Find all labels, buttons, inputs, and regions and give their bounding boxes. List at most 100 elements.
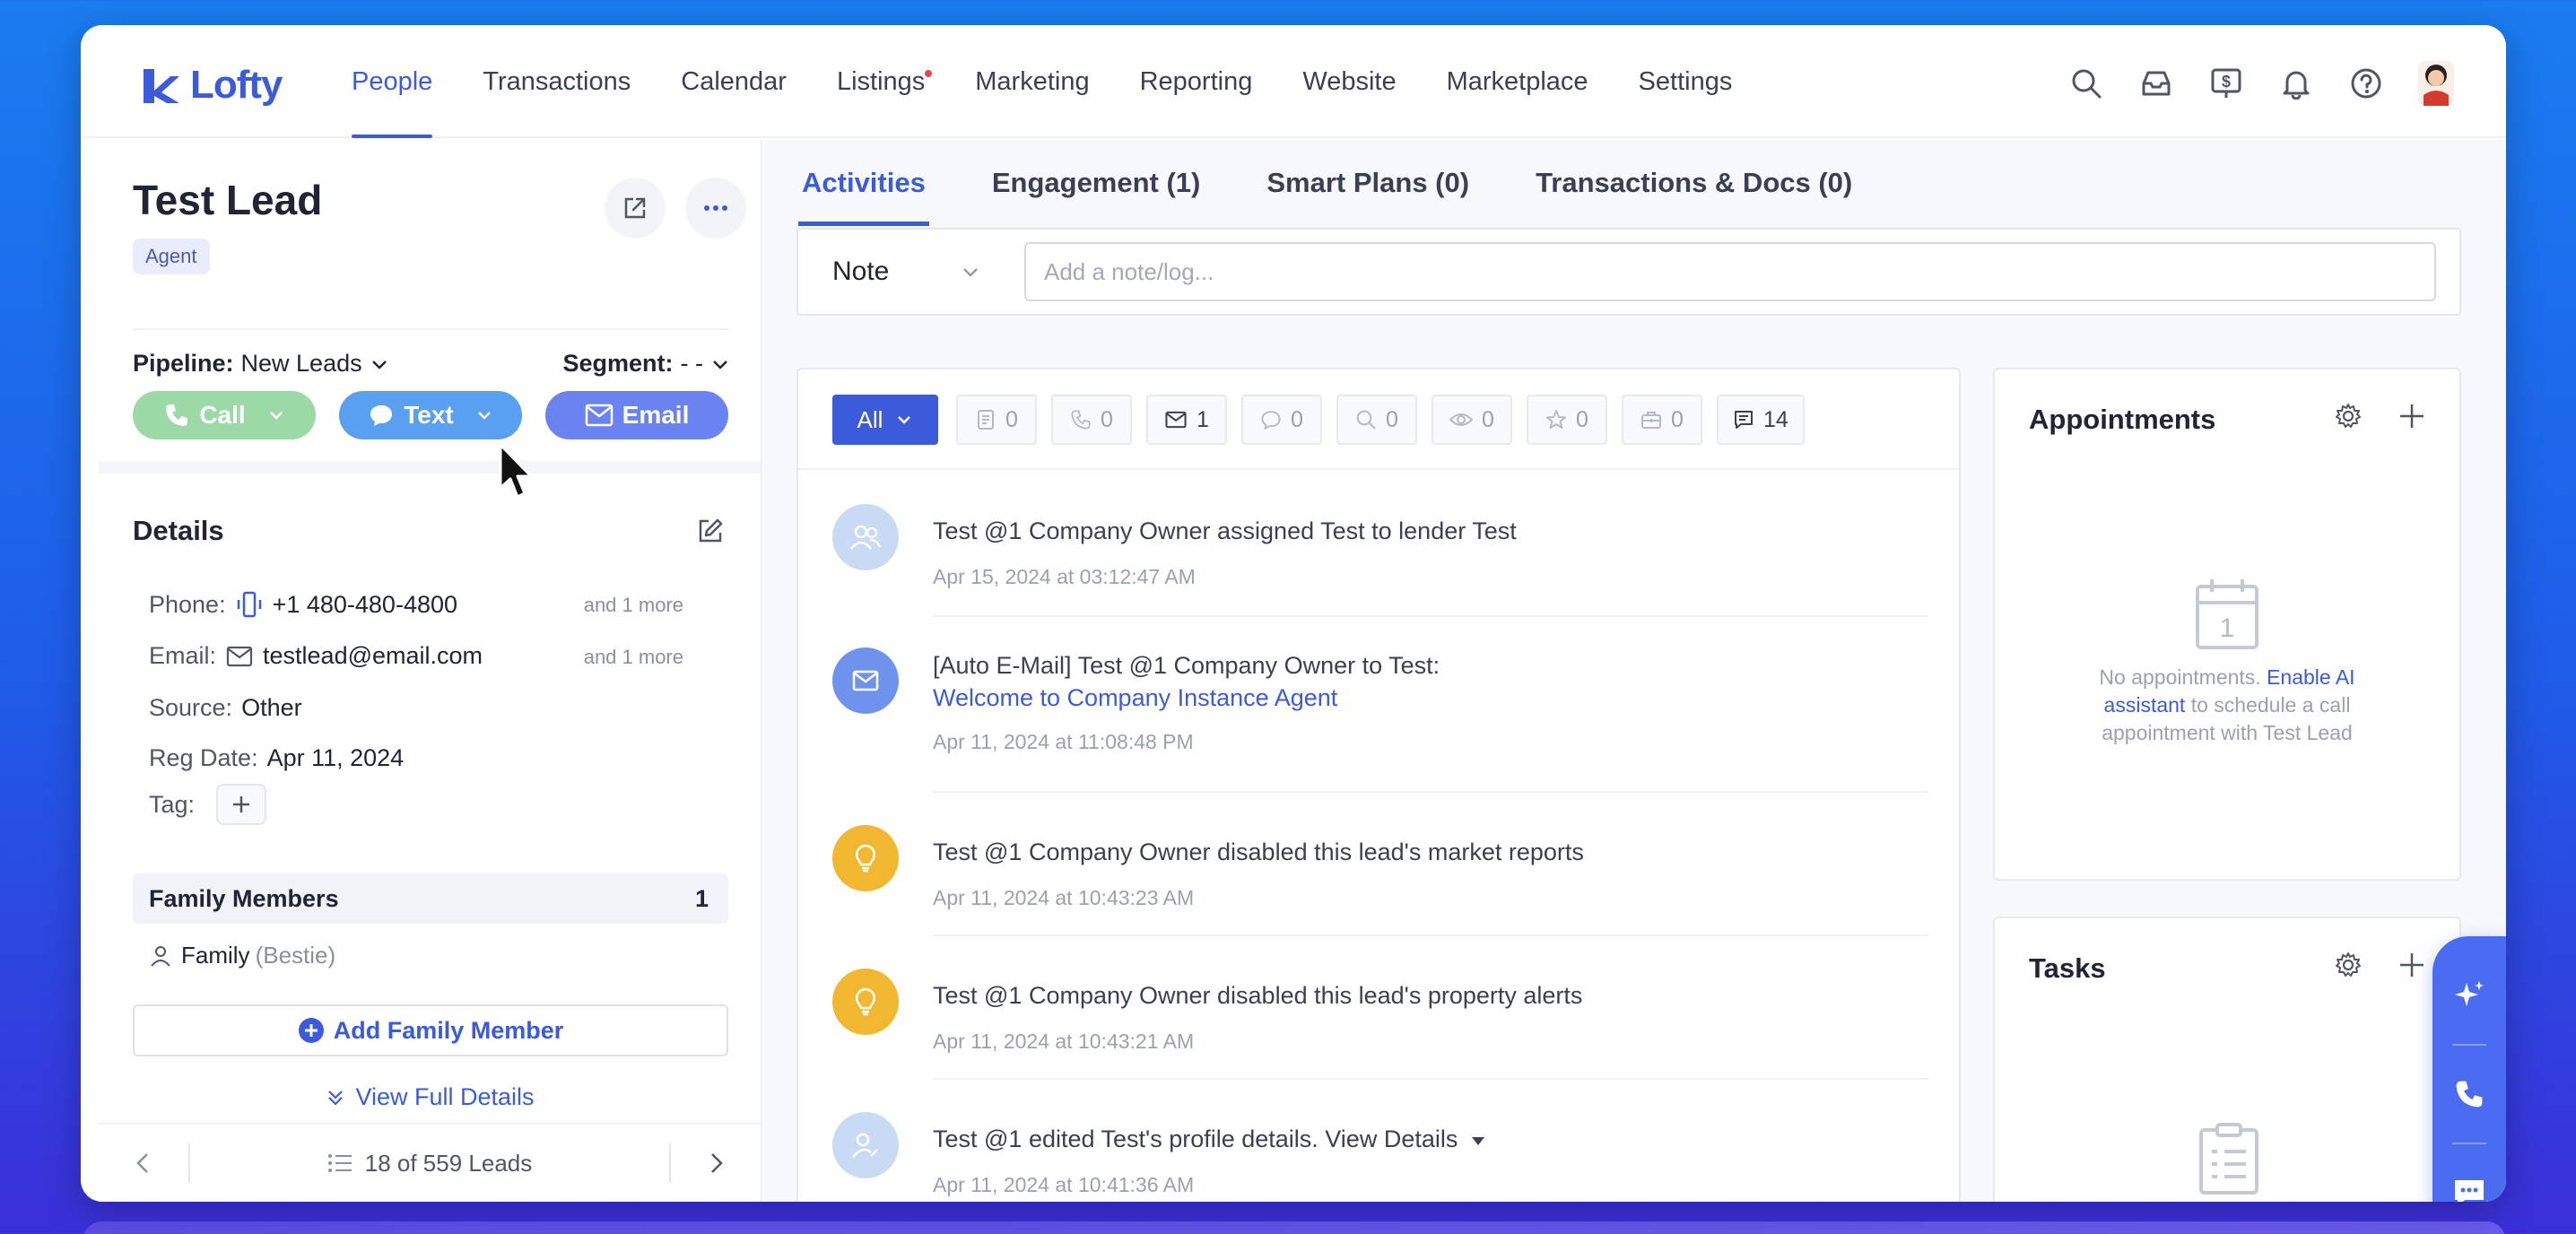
add-tag-button[interactable] xyxy=(216,784,267,825)
pipeline-selector[interactable]: Pipeline: New Leads xyxy=(133,350,389,378)
filter-texts[interactable]: 0 xyxy=(1241,395,1322,445)
chevron-left-icon xyxy=(136,1153,148,1173)
search-icon[interactable] xyxy=(2068,65,2104,101)
note-input[interactable] xyxy=(1024,242,2436,301)
billing-icon[interactable]: $ xyxy=(2208,65,2244,101)
logo[interactable]: Lofty xyxy=(140,63,283,108)
note-type-select[interactable]: Note xyxy=(832,256,980,287)
person-edit-icon xyxy=(852,1133,878,1158)
family-members-header: Family Members 1 xyxy=(133,873,728,924)
idea-avatar xyxy=(832,969,899,1035)
nav-reporting[interactable]: Reporting xyxy=(1140,25,1253,138)
dialer-button[interactable] xyxy=(2432,1046,2506,1143)
gear-icon[interactable] xyxy=(2334,402,2363,430)
plus-icon[interactable] xyxy=(2398,952,2425,978)
call-button[interactable]: Call xyxy=(133,391,316,439)
tasks-actions xyxy=(2334,951,2425,979)
section-separator xyxy=(99,461,761,474)
gear-icon[interactable] xyxy=(2334,951,2363,979)
tab-smart-plans[interactable]: Smart Plans (0) xyxy=(1263,140,1473,226)
filter-count: 0 xyxy=(1101,406,1113,432)
pipeline-label: Pipeline: xyxy=(133,350,234,377)
lead-position[interactable]: 18 of 559 Leads xyxy=(188,1143,671,1183)
more-button[interactable] xyxy=(685,178,746,239)
nav-label: Reporting xyxy=(1139,66,1253,96)
plus-icon[interactable] xyxy=(2398,403,2425,430)
tab-engagement[interactable]: Engagement (1) xyxy=(988,140,1205,226)
tab-activities[interactable]: Activities xyxy=(798,140,929,226)
share-button[interactable] xyxy=(605,178,666,239)
filter-calls[interactable]: 0 xyxy=(1051,395,1132,445)
nav-transactions[interactable]: Transactions xyxy=(483,25,631,138)
ai-assistant-button[interactable] xyxy=(2432,947,2506,1044)
filter-notes[interactable]: 0 xyxy=(956,395,1037,445)
phone-value[interactable]: +1 480-480-4800 xyxy=(273,591,457,619)
calendar-icon: 1 xyxy=(2196,579,2258,649)
next-lead-button[interactable] xyxy=(671,1124,761,1202)
phone-icon xyxy=(2456,1081,2483,1108)
lead-pager: 18 of 559 Leads xyxy=(99,1123,761,1202)
chat-button[interactable] xyxy=(2432,1144,2506,1202)
activity-text[interactable]: Test @1 edited Test's profile details. V… xyxy=(933,1125,1458,1152)
pipeline-value: New Leads xyxy=(240,350,362,377)
text-button[interactable]: Text xyxy=(339,391,522,439)
nav-settings[interactable]: Settings xyxy=(1639,25,1733,138)
bell-icon[interactable] xyxy=(2278,65,2314,101)
tasks-title: Tasks xyxy=(2029,952,2106,984)
filter-transactions[interactable]: 0 xyxy=(1622,395,1702,445)
filter-all-button[interactable]: All xyxy=(832,395,938,445)
appointments-actions xyxy=(2334,402,2425,430)
nav-marketplace[interactable]: Marketplace xyxy=(1447,25,1588,138)
activity-email-link[interactable]: Welcome to Company Instance Agent xyxy=(933,682,1440,714)
filter-favorites[interactable]: 0 xyxy=(1527,395,1607,445)
view-full-details-link[interactable]: View Full Details xyxy=(99,1083,761,1111)
family-title: Family Members xyxy=(149,884,339,912)
note-composer: Note xyxy=(796,228,2461,316)
phone-more-link[interactable]: and 1 more xyxy=(584,594,683,617)
avatar[interactable] xyxy=(2418,61,2454,106)
nav-website[interactable]: Website xyxy=(1302,25,1396,138)
edit-details-button[interactable] xyxy=(694,515,727,547)
filter-emails[interactable]: 1 xyxy=(1146,395,1227,445)
edit-icon xyxy=(699,518,723,543)
nav-listings[interactable]: Listings xyxy=(836,25,933,138)
eye-icon xyxy=(1449,413,1474,426)
nav-calendar[interactable]: Calendar xyxy=(681,25,787,138)
add-family-label: Add Family Member xyxy=(333,1016,564,1044)
help-icon[interactable] xyxy=(2348,65,2384,101)
caret-down-icon[interactable] xyxy=(1470,1134,1486,1147)
inbox-icon[interactable] xyxy=(2138,65,2174,101)
top-navigation: Lofty People Transactions Calendar Listi… xyxy=(81,25,2506,138)
regdate-label: Reg Date: xyxy=(149,744,258,771)
main-nav: People Transactions Calendar Listings Ma… xyxy=(352,25,1782,138)
tab-label: Transactions & Docs (0) xyxy=(1536,167,1853,198)
divider xyxy=(133,328,728,330)
tab-label: Engagement (1) xyxy=(991,167,1201,198)
segment-value: - - xyxy=(680,350,703,377)
app-window: Lofty People Transactions Calendar Listi… xyxy=(81,25,2506,1202)
nav-people[interactable]: People xyxy=(352,25,433,138)
email-button[interactable]: Email xyxy=(545,391,728,439)
nav-label: Listings xyxy=(836,66,926,96)
source-value: Other xyxy=(241,694,302,721)
email-more-link[interactable]: and 1 more xyxy=(584,646,683,669)
family-member-item[interactable]: Family (Bestie) xyxy=(149,942,335,969)
family-count: 1 xyxy=(694,884,709,912)
filter-searches[interactable]: 0 xyxy=(1336,395,1417,445)
people-icon xyxy=(850,525,882,550)
tab-transactions-docs[interactable]: Transactions & Docs (0) xyxy=(1532,140,1856,226)
email-value[interactable]: testlead@email.com xyxy=(263,642,483,670)
divider xyxy=(933,791,1928,793)
filter-logs[interactable]: 14 xyxy=(1717,395,1805,445)
nav-marketing[interactable]: Marketing xyxy=(975,25,1089,138)
add-family-member-button[interactable]: Add Family Member xyxy=(133,1004,728,1056)
tag-label: Tag: xyxy=(149,790,196,818)
previous-lead-button[interactable] xyxy=(99,1124,188,1202)
filter-count: 14 xyxy=(1763,406,1788,432)
filter-views[interactable]: 0 xyxy=(1432,395,1512,445)
filter-chips: 0 0 1 0 0 0 0 0 14 xyxy=(956,395,1805,445)
chat-icon xyxy=(1261,411,1281,430)
lead-profile-panel: Test Lead Agent Pipeline: New Leads Segm… xyxy=(99,140,762,1202)
segment-selector[interactable]: Segment: - - xyxy=(562,350,730,378)
svg-text:1: 1 xyxy=(2220,613,2235,643)
